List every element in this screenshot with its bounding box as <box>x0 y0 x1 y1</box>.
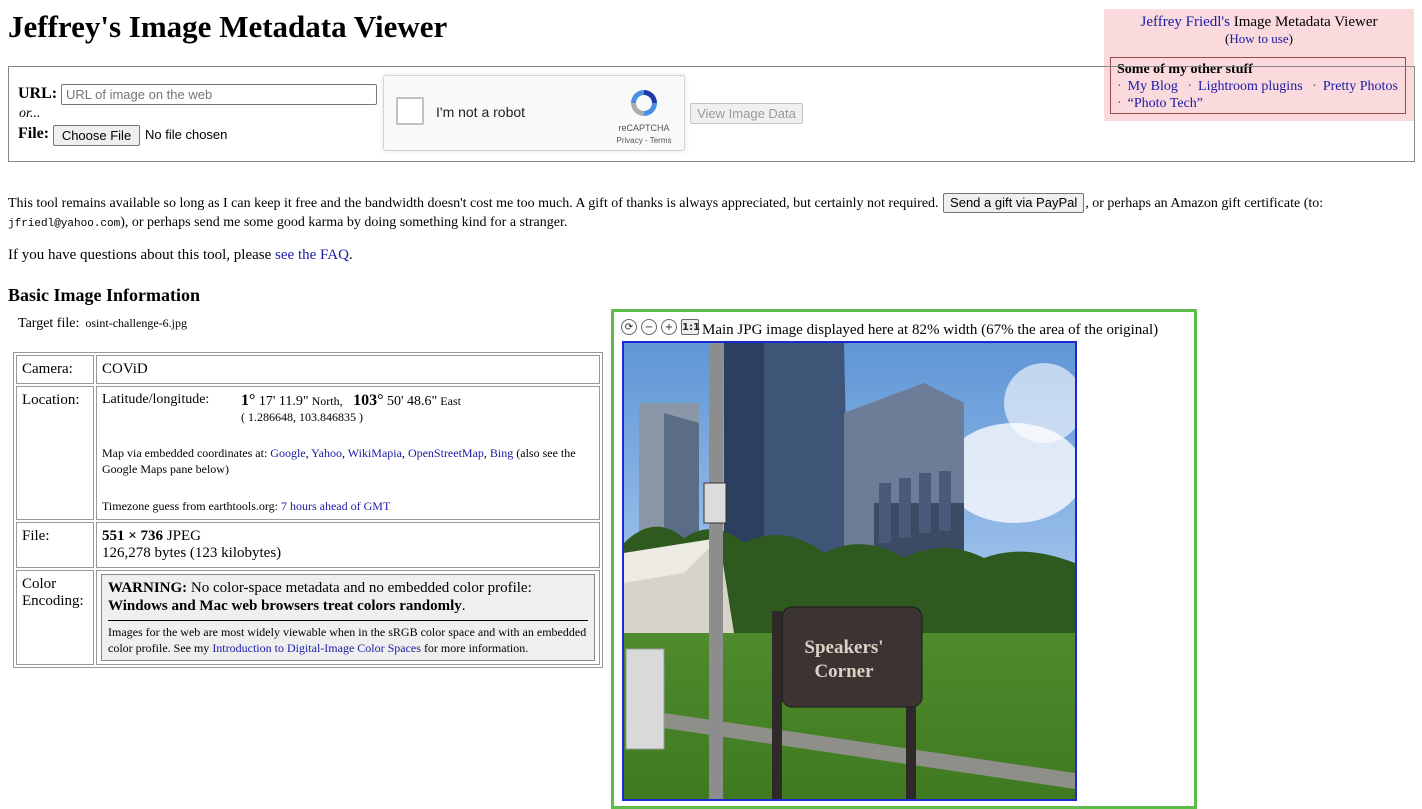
file-label: File: <box>18 125 50 142</box>
gift-paragraph: This tool remains available so long as I… <box>8 193 1324 230</box>
color-encoding-label: Color Encoding: <box>16 570 94 665</box>
page-title: Jeffrey's Image Metadata Viewer <box>8 9 448 44</box>
recaptcha-checkbox[interactable] <box>396 97 424 125</box>
table-row: File: 551 × 736 JPEG 126,278 bytes (123 … <box>16 522 600 568</box>
yahoo-map-link[interactable]: Yahoo <box>311 446 342 460</box>
info-table: Camera: COViD Location: Latitude/longitu… <box>13 352 603 668</box>
image-input-form: URL: or... File: Choose File No file cho… <box>8 66 1415 162</box>
table-row: Location: Latitude/longitude: 1° 17' 11.… <box>16 386 600 520</box>
decimal-coordinates: ( 1.286648, 103.846835 ) <box>241 410 363 424</box>
table-row: Camera: COViD <box>16 355 600 384</box>
color-warning: WARNING: No color-space metadata and no … <box>101 574 595 661</box>
how-to-use-link[interactable]: How to use <box>1229 31 1288 46</box>
recaptcha-terms[interactable]: Privacy - Terms <box>604 136 684 145</box>
url-label: URL: <box>18 85 58 102</box>
timezone-line: Timezone guess from earthtools.org: 7 ho… <box>102 499 391 513</box>
reset-zoom-icon[interactable]: ⟳ <box>621 319 637 335</box>
or-text: or... <box>19 106 41 121</box>
recaptcha-label: I'm not a robot <box>436 104 526 120</box>
table-row: Color Encoding: WARNING: No color-space … <box>16 570 600 665</box>
faq-paragraph: If you have questions about this tool, p… <box>8 247 353 263</box>
recaptcha-brand: reCAPTCHA <box>618 123 670 133</box>
zoom-out-icon[interactable]: − <box>641 319 657 335</box>
choose-file-button[interactable]: Choose File <box>53 125 140 146</box>
location-label: Location: <box>16 386 94 520</box>
file-info: 551 × 736 JPEG 126,278 bytes (123 kiloby… <box>96 522 600 568</box>
file-row-label: File: <box>16 522 94 568</box>
target-file: Target file: osint-challenge-6.jpg <box>18 316 187 331</box>
faq-link[interactable]: see the FAQ <box>275 247 349 263</box>
bing-map-link[interactable]: Bing <box>490 446 513 460</box>
main-image: Speakers' Corner <box>622 341 1077 801</box>
url-input[interactable] <box>61 84 377 105</box>
camera-value: COViD <box>96 355 600 384</box>
coordinates: 1° 17' 11.9" North, 103° 50' 48.6" East … <box>241 392 461 424</box>
map-links-line: Map via embedded coordinates at: Google,… <box>102 446 576 476</box>
zoom-in-icon[interactable]: + <box>661 319 677 335</box>
target-file-name: osint-challenge-6.jpg <box>85 316 187 330</box>
file-bytes: 126,278 bytes (123 kilobytes) <box>102 545 282 561</box>
photo-scene: Speakers' Corner <box>624 343 1075 799</box>
image-panel: ⟳ − + 1:1 Main JPG image displayed here … <box>611 309 1197 809</box>
timezone-link[interactable]: 7 hours ahead of GMT <box>281 499 390 513</box>
how-to-use: (How to use) <box>1225 31 1293 46</box>
google-map-link[interactable]: Google <box>270 446 305 460</box>
wikimapia-link[interactable]: WikiMapia <box>348 446 402 460</box>
basic-info-heading: Basic Image Information <box>8 285 200 305</box>
image-toolbar: ⟳ − + 1:1 <box>621 319 700 337</box>
image-caption: Main JPG image displayed here at 82% wid… <box>702 322 1159 338</box>
file-status: No file chosen <box>145 127 228 142</box>
other-box-title: Jeffrey Friedl's Image Metadata Viewer <box>1140 14 1378 30</box>
paypal-gift-button[interactable]: Send a gift via PayPal <box>943 193 1085 213</box>
location-value: Latitude/longitude: 1° 17' 11.9" North, … <box>96 386 600 520</box>
sign-line-2: Corner <box>814 661 874 682</box>
recaptcha-icon <box>631 90 657 116</box>
openstreetmap-link[interactable]: OpenStreetMap <box>408 446 484 460</box>
recaptcha-widget: I'm not a robot reCAPTCHA Privacy - Term… <box>383 75 685 151</box>
actual-size-button[interactable]: 1:1 <box>681 319 700 335</box>
email-address: jfriedl@yahoo.com <box>8 218 121 230</box>
color-spaces-link[interactable]: Introduction to Digital-Image Color Spac… <box>212 641 421 655</box>
sign-line-1: Speakers' <box>804 637 883 658</box>
latlon-label: Latitude/longitude: <box>102 392 210 407</box>
view-image-data-button[interactable]: View Image Data <box>690 103 803 124</box>
camera-label: Camera: <box>16 355 94 384</box>
author-link[interactable]: Jeffrey Friedl's <box>1140 14 1230 30</box>
